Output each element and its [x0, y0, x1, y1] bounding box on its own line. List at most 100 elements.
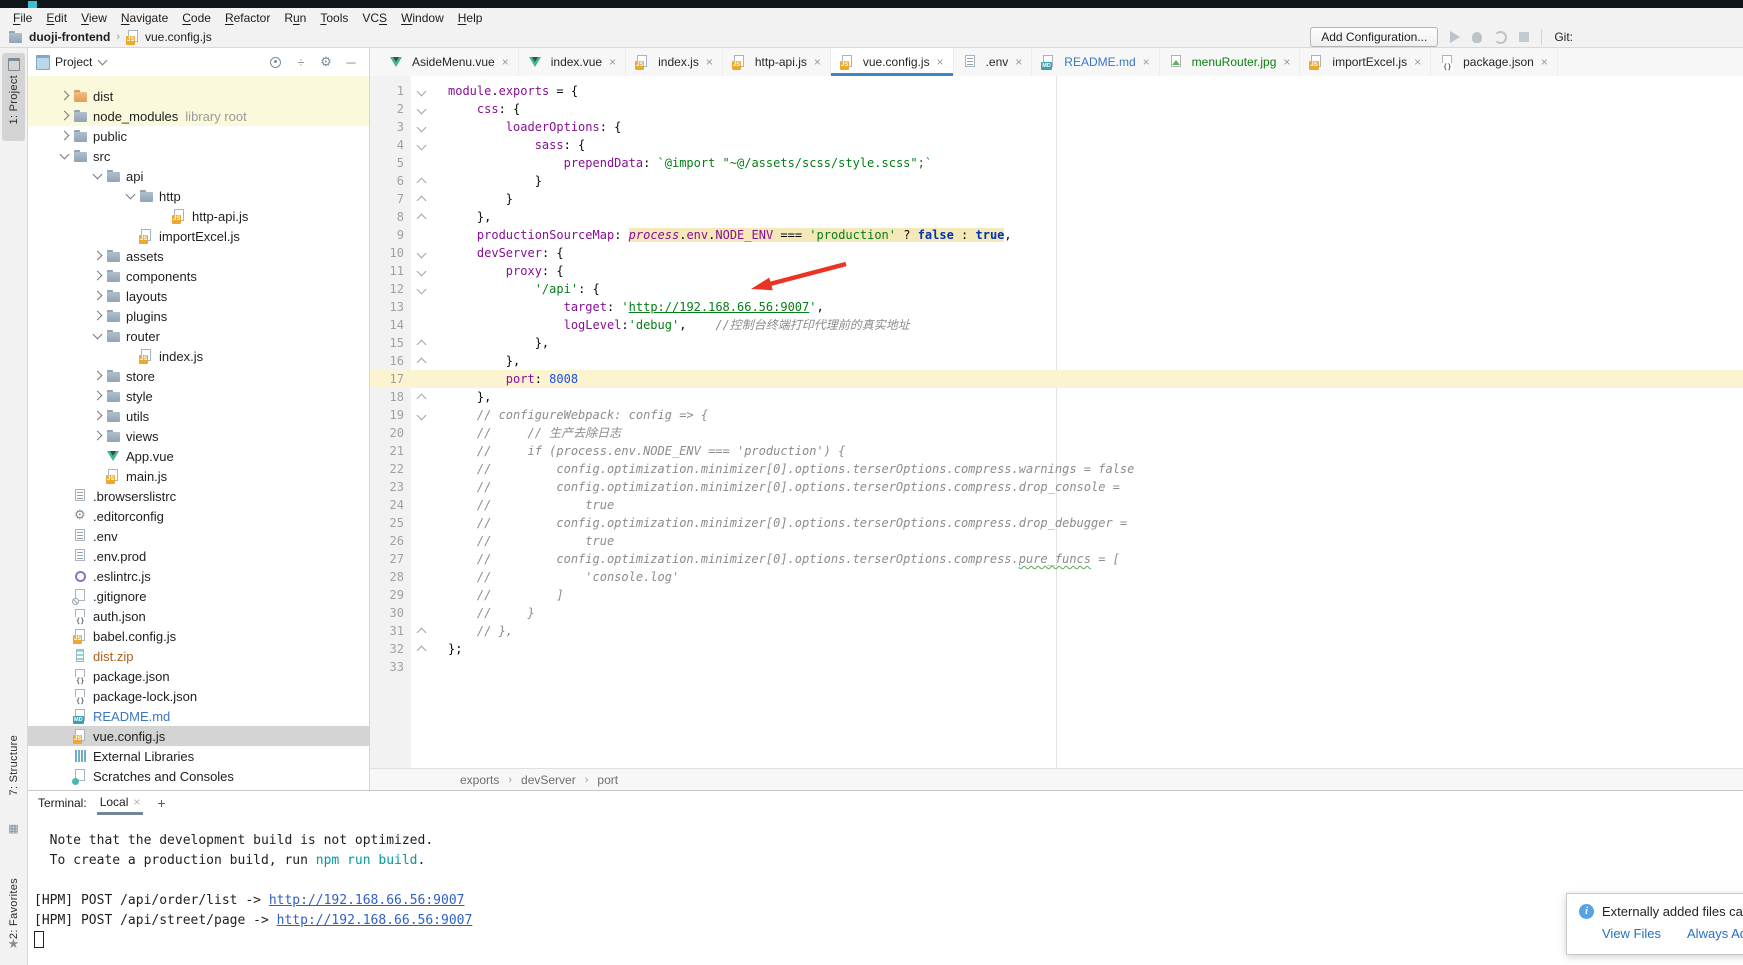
code-line-14[interactable]: 14 logLevel:'debug', //控制台终端打印代理前的真实地址 [370, 316, 1743, 334]
code-line-24[interactable]: 24 // true [370, 496, 1743, 514]
code-line-27[interactable]: 27 // config.optimization.minimizer[0].o… [370, 550, 1743, 568]
editor-tab-importExcel.js[interactable]: importExcel.js× [1300, 48, 1431, 76]
expand-arrow-icon[interactable] [92, 251, 102, 261]
tree-item-importExcel.js[interactable]: importExcel.js [28, 226, 369, 246]
expand-arrow-icon[interactable] [59, 111, 69, 121]
code-line-1[interactable]: 1module.exports = { [370, 82, 1743, 100]
expand-arrow-icon[interactable] [92, 371, 102, 381]
tree-item-api[interactable]: api [28, 166, 369, 186]
fold-marker-icon[interactable] [417, 411, 427, 421]
tree-item-vue.config.js[interactable]: vue.config.js [28, 726, 369, 746]
tree-item-src[interactable]: src [28, 146, 369, 166]
chevron-down-icon[interactable] [98, 55, 108, 65]
editor-tab-http-api.js[interactable]: http-api.js× [723, 48, 831, 76]
code-line-19[interactable]: 19 // configureWebpack: config => { [370, 406, 1743, 424]
tab-close-icon[interactable]: × [1015, 55, 1022, 69]
tree-item-dist[interactable]: dist [28, 86, 369, 106]
expand-arrow-icon[interactable] [92, 391, 102, 401]
code-editor[interactable]: 1module.exports = {2 css: {3 loaderOptio… [370, 76, 1743, 768]
code-line-22[interactable]: 22 // config.optimization.minimizer[0].o… [370, 460, 1743, 478]
fold-marker-icon[interactable] [417, 646, 427, 656]
code-line-2[interactable]: 2 css: { [370, 100, 1743, 118]
code-line-30[interactable]: 30 // } [370, 604, 1743, 622]
code-line-4[interactable]: 4 sass: { [370, 136, 1743, 154]
new-terminal-icon[interactable]: + [153, 795, 169, 811]
breadcrumb-item-exports[interactable]: exports [460, 773, 499, 787]
tree-item-router[interactable]: router [28, 326, 369, 346]
fold-marker-icon[interactable] [417, 87, 427, 97]
menu-item-tools[interactable]: Tools [313, 11, 355, 25]
fold-marker-icon[interactable] [417, 340, 427, 350]
fold-marker-icon[interactable] [417, 141, 427, 151]
editor-tab-AsideMenu.vue[interactable]: AsideMenu.vue× [380, 48, 519, 76]
tree-item-plugins[interactable]: plugins [28, 306, 369, 326]
tree-item-.browserslistrc[interactable]: .browserslistrc [28, 486, 369, 506]
tree-item-package-lock.json[interactable]: package-lock.json [28, 686, 369, 706]
collapse-all-icon[interactable]: ÷ [291, 55, 311, 70]
tree-item-package.json[interactable]: package.json [28, 666, 369, 686]
editor-tab-vue.config.js[interactable]: vue.config.js× [831, 48, 954, 76]
code-line-15[interactable]: 15 }, [370, 334, 1743, 352]
menu-item-view[interactable]: View [74, 11, 114, 25]
expand-arrow-icon[interactable] [92, 291, 102, 301]
tree-item-node_modules[interactable]: node_moduleslibrary root [28, 106, 369, 126]
tab-close-icon[interactable]: × [502, 55, 509, 69]
menu-item-vcs[interactable]: VCS [355, 11, 394, 25]
breadcrumb-item-devServer[interactable]: devServer [521, 773, 576, 787]
tree-item-assets[interactable]: assets [28, 246, 369, 266]
git-branch-label[interactable]: Git: [1554, 30, 1573, 44]
code-line-12[interactable]: 12 '/api': { [370, 280, 1743, 298]
tab-close-icon[interactable]: × [1414, 55, 1421, 69]
code-line-3[interactable]: 3 loaderOptions: { [370, 118, 1743, 136]
stripe-button-favorites[interactable]: 2: Favorites [0, 878, 27, 939]
code-line-32[interactable]: 32}; [370, 640, 1743, 658]
menu-item-edit[interactable]: Edit [39, 11, 74, 25]
code-line-31[interactable]: 31 // }, [370, 622, 1743, 640]
tree-item-App.vue[interactable]: App.vue [28, 446, 369, 466]
code-line-16[interactable]: 16 }, [370, 352, 1743, 370]
terminal-tab-local[interactable]: Local × [97, 792, 144, 814]
tree-item-public[interactable]: public [28, 126, 369, 146]
collapse-arrow-icon[interactable] [59, 149, 69, 159]
expand-arrow-icon[interactable] [59, 131, 69, 141]
code-line-6[interactable]: 6 } [370, 172, 1743, 190]
expand-arrow-icon[interactable] [92, 431, 102, 441]
breadcrumb-file[interactable]: vue.config.js [145, 30, 212, 44]
code-line-23[interactable]: 23 // config.optimization.minimizer[0].o… [370, 478, 1743, 496]
tab-close-icon[interactable]: × [706, 55, 713, 69]
fold-marker-icon[interactable] [417, 105, 427, 115]
fold-marker-icon[interactable] [417, 628, 427, 638]
tab-close-icon[interactable]: × [1143, 55, 1150, 69]
code-line-20[interactable]: 20 // // 生产去除日志 [370, 424, 1743, 442]
tree-item-utils[interactable]: utils [28, 406, 369, 426]
fold-marker-icon[interactable] [417, 249, 427, 259]
gear-icon[interactable]: ⚙ [316, 54, 336, 70]
tree-item-.env[interactable]: .env [28, 526, 369, 546]
code-line-21[interactable]: 21 // if (process.env.NODE_ENV === 'prod… [370, 442, 1743, 460]
terminal-output[interactable]: Note that the development build is not o… [28, 815, 1743, 951]
terminal-cursor[interactable] [34, 931, 44, 948]
code-line-33[interactable]: 33 [370, 658, 1743, 676]
view-files-link[interactable]: View Files [1602, 926, 1661, 941]
collapse-arrow-icon[interactable] [92, 169, 102, 179]
fold-marker-icon[interactable] [417, 267, 427, 277]
editor-tab-README.md[interactable]: README.md× [1032, 48, 1159, 76]
fold-marker-icon[interactable] [417, 394, 427, 404]
terminal-tab-close-icon[interactable]: × [133, 795, 140, 809]
menu-item-code[interactable]: Code [175, 11, 218, 25]
expand-arrow-icon[interactable] [92, 411, 102, 421]
tree-item-.env.prod[interactable]: .env.prod [28, 546, 369, 566]
code-line-13[interactable]: 13 target: 'http://192.168.66.56:9007', [370, 298, 1743, 316]
code-line-18[interactable]: 18 }, [370, 388, 1743, 406]
tab-close-icon[interactable]: × [814, 55, 821, 69]
tree-item-Scratches and Consoles[interactable]: Scratches and Consoles [28, 766, 369, 786]
terminal-link[interactable]: http://192.168.66.56:9007 [269, 893, 465, 908]
tree-item-.editorconfig[interactable]: .editorconfig [28, 506, 369, 526]
code-line-11[interactable]: 11 proxy: { [370, 262, 1743, 280]
fold-marker-icon[interactable] [417, 196, 427, 206]
fold-marker-icon[interactable] [417, 178, 427, 188]
tree-item-index.js[interactable]: index.js [28, 346, 369, 366]
terminal-link[interactable]: http://192.168.66.56:9007 [277, 913, 473, 928]
fold-marker-icon[interactable] [417, 123, 427, 133]
editor-tab-menuRouter.jpg[interactable]: menuRouter.jpg× [1160, 48, 1301, 76]
